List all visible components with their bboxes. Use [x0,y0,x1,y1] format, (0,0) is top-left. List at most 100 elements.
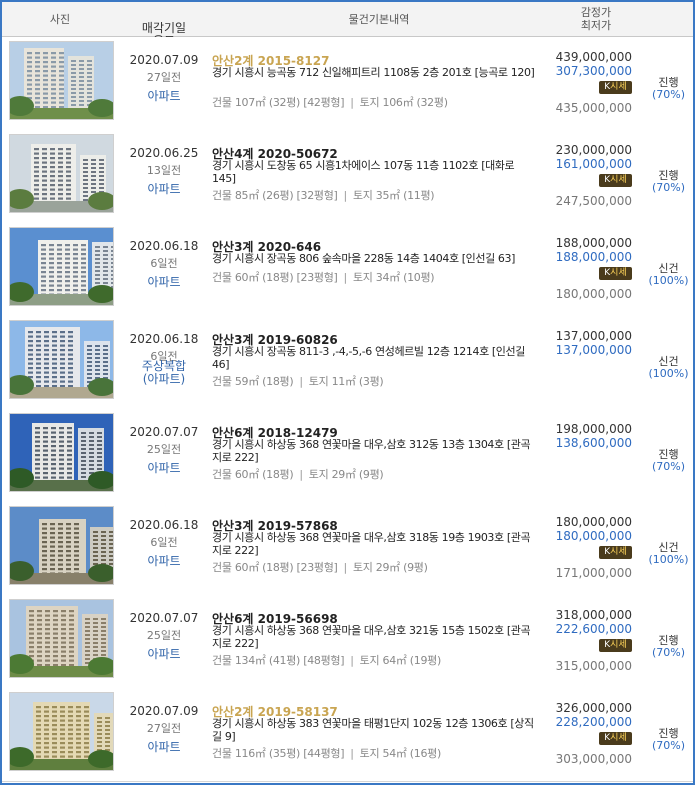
days-remaining: 6일전 [150,536,178,549]
appraisal-price: 188,000,000 [555,236,632,250]
property-address: 경기 시흥시 장곡동 806 숲속마을 228동 14층 1404호 [인선길 … [212,252,515,265]
market-price: 247,500,000 [555,194,632,208]
market-price-badge[interactable]: K시세 [599,81,632,94]
market-price: 303,000,000 [555,752,632,766]
table-row[interactable]: 2020.06.18 6일전 아파트 안산3계 2019-57868 경기 시흥… [2,502,693,596]
area-info: 건물 60㎡ (18평) | 토지 29㎡ (9평) [212,466,384,482]
appraisal-price: 198,000,000 [555,422,632,436]
table-row[interactable]: 2020.07.07 25일전 아파트 안산6계 2019-56698 경기 시… [2,595,693,689]
building-area: 건물 107㎡ (32평) [42평형] [212,96,345,109]
minimum-bid-rate: (70%) [651,739,686,752]
usage-link[interactable]: 아파트 [118,648,210,661]
minimum-bid-rate: (100%) [648,274,689,287]
usage-link[interactable]: 아파트 [118,276,210,289]
usage-label: (아파트) [142,372,186,386]
area-divider: | [350,96,354,109]
usage-link[interactable]: 아파트 [118,90,210,103]
area-info: 건물 60㎡ (18평) [23평형] | 토지 29㎡ (9평) [212,559,428,575]
usage-link[interactable]: 아파트 [118,741,210,754]
property-address: 경기 시흥시 하상동 368 연꽃마을 대우,삼호 318동 19층 1903호… [212,531,531,557]
photo-cell[interactable] [9,134,114,213]
usage-label: 아파트 [147,275,181,289]
appraisal-price: 318,000,000 [555,608,632,622]
header-info: 물건기본내역 [348,12,410,26]
minimum-bid-rate: (70%) [651,181,686,194]
usage-link[interactable]: 아파트 [118,555,210,568]
appraisal-price: 137,000,000 [555,329,632,343]
market-price-badge-label: 시세 [610,547,627,557]
area-divider: | [299,375,303,388]
property-photo [10,321,113,398]
market-price-badge[interactable]: K시세 [599,267,632,280]
market-price-badge[interactable]: K시세 [599,546,632,559]
table-row[interactable]: 2020.06.18 6일전 아파트 안산3계 2020-646 경기 시흥시 … [2,223,693,317]
building-area: 건물 60㎡ (18평) [23평형] [212,561,338,574]
property-photo [10,507,113,584]
photo-cell[interactable] [9,41,114,120]
usage-link[interactable]: 아파트 [118,183,210,196]
photo-cell[interactable] [9,599,114,678]
photo-cell[interactable] [9,413,114,492]
table-row[interactable]: 2020.07.09 27일전 아파트 안산2계 2015-8127 경기 시흥… [2,37,693,131]
building-area: 건물 116㎡ (35평) [44평형] [212,747,345,760]
photo-cell[interactable] [9,227,114,306]
days-remaining: 13일전 [146,164,182,177]
appraisal-price: 326,000,000 [555,701,632,715]
market-price-badge[interactable]: K시세 [599,732,632,745]
land-area: 토지 29㎡ (9평) [308,468,384,481]
sale-date: 2020.06.25 [129,146,199,160]
sale-date: 2020.07.09 [129,53,199,67]
area-info: 건물 60㎡ (18평) [23평형] | 토지 34㎡ (10평) [212,269,435,285]
usage-link[interactable]: 주상복합 (아파트) [118,360,210,386]
property-photo [10,414,113,491]
table-header: 사진 매각기일 용도 물건기본내역 감정가 최저가 상태 [2,2,693,63]
appraisal-price: 439,000,000 [555,50,632,64]
property-address: 경기 시흥시 능곡동 712 신일해피트리 1108동 2층 201호 [능곡로… [212,66,535,79]
table-row[interactable]: 2020.06.25 13일전 아파트 안산4계 2020-50672 경기 시… [2,130,693,224]
market-price-badge-label: 시세 [610,733,627,743]
market-price: 435,000,000 [555,101,632,115]
photo-cell[interactable] [9,506,114,585]
usage-label: 아파트 [147,647,181,661]
sale-date: 2020.06.18 [129,332,199,346]
header-photo: 사진 [49,12,71,26]
land-area: 토지 106㎡ (32평) [359,96,448,109]
table-row[interactable]: 2020.07.09 27일전 아파트 안산2계 2019-58137 경기 시… [2,688,693,782]
minimum-bid-price: 138,600,000 [555,436,632,450]
header-minbid: 최저가 [580,19,612,32]
minimum-bid-rate: (70%) [651,646,686,659]
building-area: 건물 134㎡ (41평) [48평형] [212,654,345,667]
property-address: 경기 시흥시 하상동 368 연꽃마을 대우,삼호 312동 13층 1304호… [212,438,531,464]
area-info: 건물 59㎡ (18평) | 토지 11㎡ (3평) [212,373,384,389]
header-price: 감정가 최저가 [548,2,644,36]
minimum-bid-price: 180,000,000 [555,529,632,543]
minimum-bid-price: 228,200,000 [555,715,632,729]
sale-date: 2020.06.18 [129,518,199,532]
area-divider: | [343,189,348,202]
building-area: 건물 60㎡ (18평) [23평형] [212,271,338,284]
usage-link[interactable]: 아파트 [118,462,210,475]
area-info: 건물 85㎡ (26평) [32평형] | 토지 35㎡ (11평) [212,187,435,203]
minimum-bid-price: 161,000,000 [555,157,632,171]
table-row[interactable]: 2020.07.07 25일전 아파트 안산6계 2018-12479 경기 시… [2,409,693,503]
sale-date: 2020.07.07 [129,425,199,439]
area-divider: | [350,747,354,760]
land-area: 토지 64㎡ (19평) [359,654,442,667]
photo-cell[interactable] [9,320,114,399]
market-price-badge[interactable]: K시세 [599,639,632,652]
table-row[interactable]: 2020.06.18 6일전 주상복합 (아파트) 안산3계 2019-60826… [2,316,693,410]
photo-cell[interactable] [9,692,114,771]
days-remaining: 27일전 [146,722,182,735]
usage-label: 아파트 [147,182,181,196]
land-area: 토지 54㎡ (16평) [359,747,442,760]
market-price-badge-label: 시세 [610,640,627,650]
land-area: 토지 35㎡ (11평) [352,189,435,202]
minimum-bid-rate: (70%) [651,88,686,101]
building-area: 건물 85㎡ (26평) [32평형] [212,189,338,202]
property-photo [10,228,113,305]
minimum-bid-price: 222,600,000 [555,622,632,636]
market-price-badge[interactable]: K시세 [599,174,632,187]
area-info: 건물 107㎡ (32평) [42평형] | 토지 106㎡ (32평) [212,94,448,110]
days-remaining: 6일전 [150,257,178,270]
sale-date: 2020.07.07 [129,611,199,625]
